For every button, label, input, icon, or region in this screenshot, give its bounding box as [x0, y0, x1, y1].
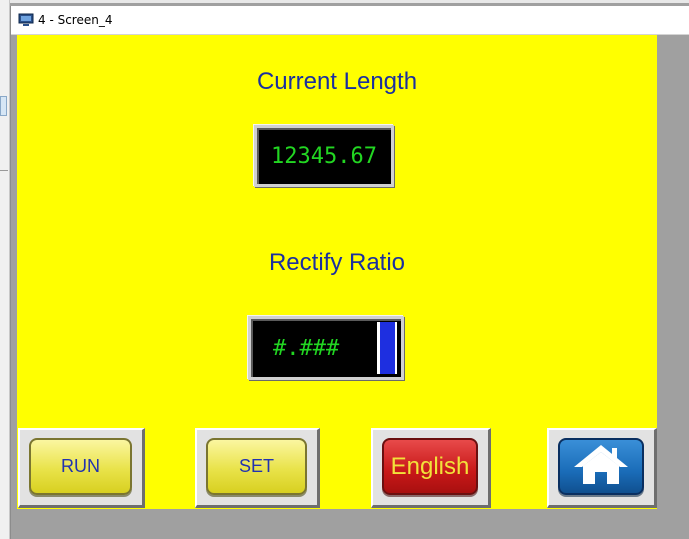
home-icon: [570, 442, 632, 491]
rectify-ratio-value: #.###: [273, 335, 340, 361]
input-cursor-bar: [377, 322, 397, 374]
set-button-frame: SET: [195, 428, 320, 508]
background-window-strip: [0, 0, 10, 539]
background-window-tab: [0, 96, 7, 116]
rectify-ratio-label: Rectify Ratio: [268, 249, 406, 276]
desktop-top-edge: [0, 0, 689, 3]
screen-window: 4 - Screen_4 Current Length 12345.67 Rec…: [10, 6, 689, 539]
window-titlebar[interactable]: 4 - Screen_4: [11, 6, 689, 35]
window-title: 4 - Screen_4: [38, 13, 113, 27]
rectify-ratio-input[interactable]: #.###: [248, 316, 404, 380]
hmi-screen: Current Length 12345.67 Rectify Ratio #.…: [17, 35, 657, 509]
monitor-icon: [18, 13, 34, 27]
english-button-frame: English: [371, 428, 491, 508]
current-length-value: 12345.67: [271, 143, 377, 169]
current-length-label: Current Length: [256, 68, 418, 95]
set-button-label: SET: [238, 456, 274, 476]
background-window-divider: [0, 170, 8, 171]
run-button-frame: RUN: [18, 428, 145, 508]
run-button[interactable]: RUN: [29, 438, 132, 495]
run-button-label: RUN: [61, 456, 100, 476]
current-length-display: 12345.67: [254, 125, 394, 187]
set-button[interactable]: SET: [206, 438, 307, 495]
english-button-label: English: [390, 452, 470, 480]
home-button[interactable]: [558, 438, 644, 495]
home-button-frame: [547, 428, 657, 508]
english-button[interactable]: English: [382, 438, 478, 495]
